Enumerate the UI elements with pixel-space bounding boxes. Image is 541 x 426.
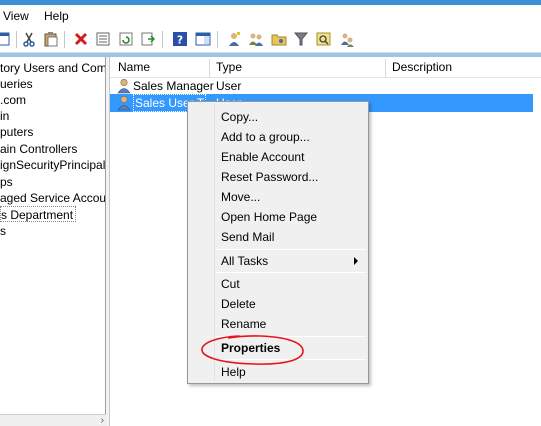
menu-item-move[interactable]: Move...: [221, 188, 260, 206]
menu-icon-gutter: [214, 104, 215, 381]
toolbar-separator: [64, 31, 65, 48]
menu-bar: View Help: [0, 5, 541, 27]
menu-view[interactable]: View: [3, 9, 29, 23]
list-item-name: Sales Manager: [133, 79, 214, 93]
menu-item-add-to-group[interactable]: Add to a group...: [221, 128, 310, 146]
scroll-right-arrow-icon[interactable]: ›: [101, 415, 104, 426]
tree-item-groups[interactable]: ps: [0, 174, 13, 190]
find-icon[interactable]: [316, 31, 332, 47]
tree-item-foreign-security-principals[interactable]: ignSecurityPrincipals: [0, 157, 105, 173]
delete-icon[interactable]: [73, 31, 89, 47]
menu-item-delete[interactable]: Delete: [221, 295, 256, 313]
menu-separator: [216, 249, 366, 250]
tree-item-domain[interactable]: .com: [0, 92, 26, 108]
tree-item-managed-service-accounts[interactable]: aged Service Accour: [0, 190, 105, 206]
console-tree: tory Users and Com ueries .com in puters…: [0, 57, 106, 426]
context-menu: Copy... Add to a group... Enable Account…: [187, 101, 369, 384]
menu-item-help[interactable]: Help: [221, 363, 246, 381]
menu-separator: [216, 272, 366, 273]
tree-item-root[interactable]: tory Users and Com: [0, 60, 105, 76]
toolbar-separator: [217, 31, 218, 48]
column-header-row: Name Type Description: [110, 57, 541, 78]
list-item-type: User: [216, 79, 242, 93]
menu-item-send-mail[interactable]: Send Mail: [221, 228, 274, 246]
toolbar-separator: [16, 31, 17, 48]
column-header-name[interactable]: Name: [112, 59, 210, 78]
menu-item-cut[interactable]: Cut: [221, 275, 240, 293]
refresh-icon[interactable]: [118, 31, 134, 47]
tree-item-domain-controllers[interactable]: ain Controllers: [0, 141, 77, 157]
show-hide-console-tree-icon[interactable]: [0, 31, 10, 47]
tree-item-saved-queries[interactable]: ueries: [0, 76, 33, 92]
export-list-icon[interactable]: [140, 31, 156, 47]
menu-item-open-home-page[interactable]: Open Home Page: [221, 208, 317, 226]
filter-icon[interactable]: [293, 31, 309, 47]
menu-item-enable-account[interactable]: Enable Account: [221, 148, 304, 166]
toolbar-separator: [162, 31, 163, 48]
tree-item-users[interactable]: s: [0, 223, 6, 239]
tree-horizontal-scrollbar[interactable]: ›: [0, 414, 106, 426]
menu-item-rename[interactable]: Rename: [221, 315, 266, 333]
create-ou-icon[interactable]: [271, 31, 287, 47]
tree-item-sales-department[interactable]: s Department: [0, 206, 77, 222]
submenu-arrow-icon: [354, 257, 358, 265]
create-user-icon[interactable]: [226, 31, 242, 47]
cut-icon[interactable]: [21, 31, 37, 47]
menu-help[interactable]: Help: [44, 9, 69, 23]
paste-icon[interactable]: [43, 31, 59, 47]
create-group-icon[interactable]: [248, 31, 264, 47]
svg-text:?: ?: [177, 34, 183, 47]
user-icon: [117, 78, 131, 94]
help-icon[interactable]: ?: [172, 31, 188, 47]
add-to-group-icon[interactable]: [339, 31, 355, 47]
column-header-description[interactable]: Description: [386, 59, 536, 78]
tree-item-computers[interactable]: puters: [0, 124, 33, 140]
menu-item-reset-password[interactable]: Reset Password...: [221, 168, 318, 186]
column-header-type[interactable]: Type: [210, 59, 386, 78]
list-item[interactable]: Sales Manager User: [110, 77, 533, 95]
properties-icon[interactable]: [95, 31, 111, 47]
show-action-pane-icon[interactable]: [195, 31, 211, 47]
menu-item-all-tasks[interactable]: All Tasks: [221, 252, 268, 270]
tree-item-builtin[interactable]: in: [0, 108, 9, 124]
toolbar: ?: [0, 27, 541, 53]
menu-separator: [216, 336, 366, 337]
menu-separator: [216, 359, 366, 360]
menu-item-copy[interactable]: Copy...: [221, 108, 258, 126]
menu-item-properties[interactable]: Properties: [221, 339, 280, 357]
user-icon: [117, 95, 131, 111]
